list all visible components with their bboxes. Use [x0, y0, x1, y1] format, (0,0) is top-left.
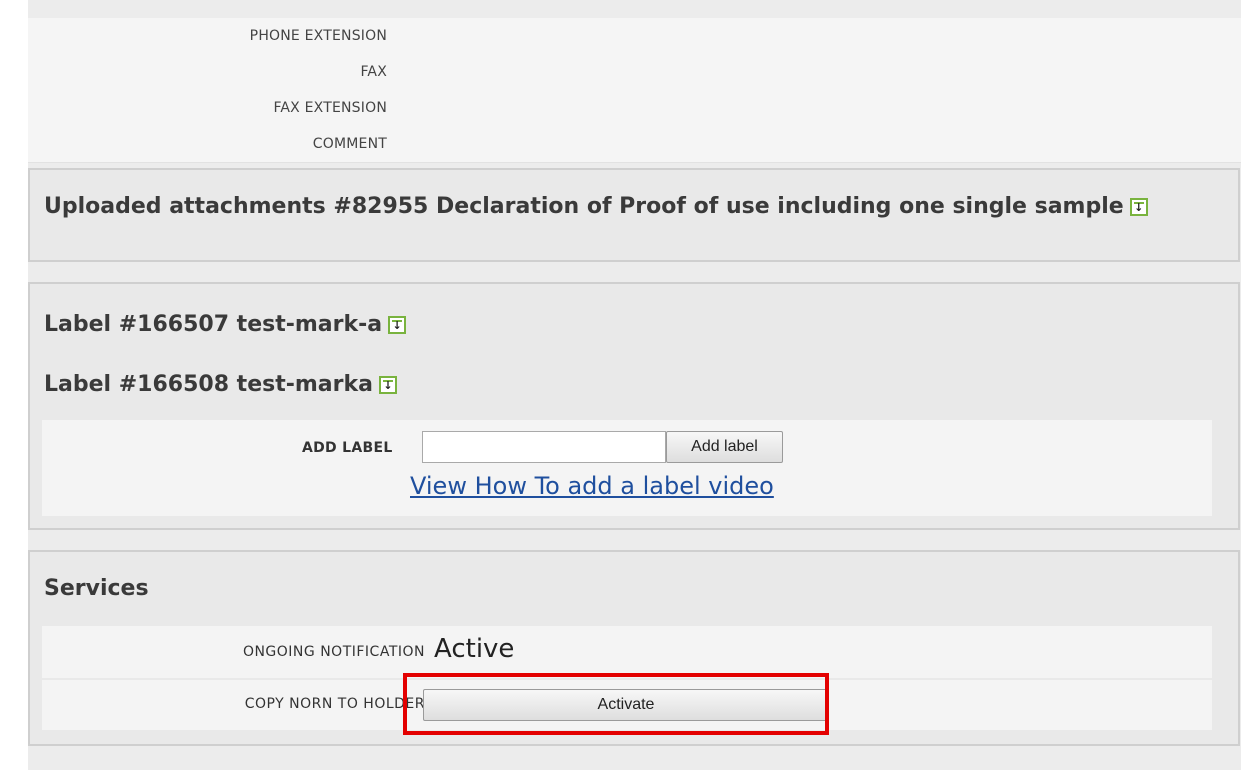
attachments-title: Uploaded attachments #82955 Declaration … — [44, 194, 1124, 219]
fax-label: FAX — [360, 64, 387, 80]
add-label-video-link[interactable]: View How To add a label video — [410, 472, 774, 500]
add-label-form: ADD LABEL Add label View How To add a la… — [42, 420, 1212, 516]
ongoing-notification-label: ONGOING NOTIFICATION — [242, 644, 425, 660]
fax-row: FAX — [28, 54, 1241, 91]
phone-extension-label: PHONE EXTENSION — [249, 28, 387, 44]
add-label-button[interactable]: Add label — [666, 431, 783, 463]
phone-extension-row: PHONE EXTENSION — [28, 18, 1241, 55]
download-icon[interactable]: ↓ — [1129, 197, 1148, 216]
services-heading: Services — [44, 576, 149, 601]
services-title: Services — [44, 576, 149, 601]
label-item-text: Label #166507 test-mark-a — [44, 312, 383, 337]
attachments-heading: Uploaded attachments #82955 Declaration … — [44, 194, 1148, 219]
page-container: PHONE EXTENSION FAX FAX EXTENSION COMMEN… — [28, 0, 1241, 770]
fax-extension-label: FAX EXTENSION — [273, 100, 387, 116]
label-item: Label #166508 test-marka ↓ — [44, 372, 397, 397]
labels-panel: Label #166507 test-mark-a ↓ Label #16650… — [28, 282, 1240, 530]
comment-label: COMMENT — [312, 136, 387, 152]
ongoing-notification-status: Active — [434, 634, 515, 664]
download-icon[interactable]: ↓ — [388, 315, 407, 334]
label-item-text: Label #166508 test-marka — [44, 372, 373, 397]
copy-norn-to-holder-label: COPY NORN TO HOLDER — [244, 696, 425, 712]
service-row-ongoing-notification: ONGOING NOTIFICATION Active — [42, 626, 1212, 678]
fax-extension-row: FAX EXTENSION — [28, 90, 1241, 127]
attachments-panel: Uploaded attachments #82955 Declaration … — [28, 168, 1240, 262]
comment-row: COMMENT — [28, 126, 1241, 163]
label-item: Label #166507 test-mark-a ↓ — [44, 312, 407, 337]
highlight-box — [403, 673, 829, 735]
download-icon[interactable]: ↓ — [378, 375, 397, 394]
add-label-field-label: ADD LABEL — [302, 440, 393, 456]
add-label-input[interactable] — [422, 431, 666, 463]
